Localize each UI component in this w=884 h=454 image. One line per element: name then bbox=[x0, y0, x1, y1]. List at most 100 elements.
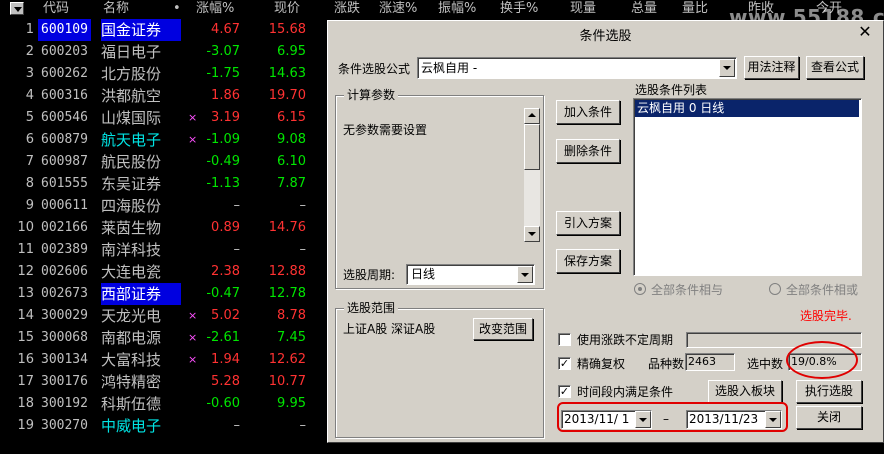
change-pct: 3.19 bbox=[211, 110, 240, 125]
price: 12.78 bbox=[268, 286, 306, 301]
stock-code: 002166 bbox=[41, 220, 88, 235]
radio-all-or[interactable] bbox=[769, 283, 781, 295]
start-date-picker[interactable]: 2013/11/ 1 bbox=[561, 410, 652, 429]
period-select[interactable]: 日线 bbox=[406, 264, 535, 285]
execute-screening-button[interactable]: 执行选股 bbox=[796, 380, 862, 403]
change-pct: – bbox=[233, 418, 241, 433]
dialog-titlebar[interactable]: 条件选股 ✕ bbox=[328, 21, 883, 46]
scroll-thumb[interactable] bbox=[524, 124, 540, 170]
price: 8.78 bbox=[277, 308, 306, 323]
delete-condition-button[interactable]: 删除条件 bbox=[556, 139, 620, 163]
import-plan-button[interactable]: 引入方案 bbox=[556, 211, 620, 235]
radio-all-and[interactable] bbox=[634, 283, 646, 295]
close-icon[interactable]: ✕ bbox=[855, 23, 875, 41]
stock-code: 601555 bbox=[41, 176, 88, 191]
add-condition-button[interactable]: 加入条件 bbox=[556, 100, 620, 124]
price: 14.63 bbox=[268, 66, 306, 81]
stock-name: 科斯伍德 bbox=[101, 395, 162, 413]
float-period-input bbox=[686, 332, 862, 348]
change-pct: – bbox=[233, 198, 241, 213]
radio-all-and-label: 全部条件相与 bbox=[651, 283, 724, 297]
change-scope-button[interactable]: 改变范围 bbox=[473, 318, 533, 340]
row-index: 11 bbox=[17, 242, 34, 257]
change-pct: 5.02 bbox=[211, 308, 240, 323]
row-index: 6 bbox=[25, 132, 34, 147]
stock-code: 600546 bbox=[41, 110, 88, 125]
col-header-speed[interactable]: 涨速% bbox=[379, 0, 417, 17]
col-header-volume-total[interactable]: 总量 bbox=[631, 0, 657, 17]
row-index: 10 bbox=[17, 220, 34, 235]
usage-notes-button[interactable]: 用法注释 bbox=[744, 56, 799, 79]
col-header-amplitude[interactable]: 振幅% bbox=[438, 0, 476, 17]
stock-code: 002606 bbox=[41, 264, 88, 279]
row-index: 14 bbox=[17, 308, 34, 323]
view-formula-button[interactable]: 查看公式 bbox=[806, 56, 864, 79]
change-pct: -1.09 bbox=[206, 132, 240, 147]
col-header-change[interactable]: 涨跌 bbox=[334, 0, 360, 17]
change-pct: 0.89 bbox=[211, 220, 240, 235]
col-header-dot: • bbox=[173, 1, 181, 16]
end-date-picker[interactable]: 2013/11/23 bbox=[686, 410, 782, 429]
save-plan-button[interactable]: 保存方案 bbox=[556, 249, 620, 273]
change-pct: 1.86 bbox=[211, 88, 240, 103]
col-header-name[interactable]: 名称 bbox=[103, 0, 129, 17]
chevron-down-icon[interactable] bbox=[635, 411, 651, 428]
col-header-change-pct[interactable]: 涨幅% bbox=[196, 0, 234, 17]
price: 19.70 bbox=[268, 88, 306, 103]
precise-adjust-checkbox[interactable]: ✓ bbox=[558, 357, 571, 370]
close-button[interactable]: 关闭 bbox=[796, 406, 862, 429]
stock-name: 天龙光电 bbox=[101, 307, 162, 325]
add-to-block-button[interactable]: 选股入板块 bbox=[708, 380, 782, 403]
stock-code: 600262 bbox=[41, 66, 88, 81]
price: 12.88 bbox=[268, 264, 306, 279]
chevron-down-icon[interactable] bbox=[765, 411, 781, 428]
col-header-code[interactable]: 代码 bbox=[43, 0, 69, 17]
selected-value: 19/0.8% bbox=[788, 353, 862, 371]
col-header-turnover[interactable]: 换手% bbox=[500, 0, 538, 17]
stock-name: 鸿特精密 bbox=[101, 373, 162, 391]
stock-code: 600203 bbox=[41, 44, 88, 59]
sort-menu-button[interactable] bbox=[10, 2, 24, 15]
formula-select[interactable]: 云枫自用 - bbox=[417, 57, 737, 79]
scroll-up-icon[interactable] bbox=[524, 108, 540, 124]
stock-name: 福日电子 bbox=[101, 43, 162, 61]
price: 7.45 bbox=[277, 330, 306, 345]
price: 10.77 bbox=[268, 374, 306, 389]
period-label: 选股周期: bbox=[343, 268, 396, 282]
use-float-period-checkbox[interactable] bbox=[558, 333, 571, 346]
start-date-value: 2013/11/ 1 bbox=[564, 412, 630, 426]
col-header-price[interactable]: 现价 bbox=[274, 0, 300, 17]
row-index: 17 bbox=[17, 374, 34, 389]
row-index: 9 bbox=[25, 198, 34, 213]
scope-group: 选股范围 上证A股 深证A股 改变范围 bbox=[335, 301, 544, 438]
precise-adjust-label: 精确复权 bbox=[577, 357, 626, 371]
stock-code: 300029 bbox=[41, 308, 88, 323]
chevron-down-icon[interactable] bbox=[719, 59, 735, 77]
row-index: 8 bbox=[25, 176, 34, 191]
stock-code: 600109 bbox=[38, 19, 91, 41]
count-label: 品种数 bbox=[648, 357, 685, 371]
price: 9.08 bbox=[277, 132, 306, 147]
col-header-volume-now[interactable]: 现量 bbox=[570, 0, 596, 17]
params-group-title: 计算参数 bbox=[344, 88, 399, 102]
price: 6.95 bbox=[277, 44, 306, 59]
chevron-down-icon[interactable] bbox=[517, 266, 533, 283]
params-scrollbar[interactable] bbox=[524, 108, 540, 242]
price: – bbox=[299, 418, 307, 433]
scroll-down-icon[interactable] bbox=[524, 226, 540, 242]
condition-screener-dialog: 条件选股 ✕ 条件选股公式 云枫自用 - 用法注释 查看公式 计算参数 无参数需… bbox=[327, 20, 884, 443]
stock-name: 中威电子 bbox=[101, 417, 162, 435]
price: 14.76 bbox=[268, 220, 306, 235]
condition-list-item[interactable]: 云枫自用 0 日线 bbox=[635, 100, 859, 117]
price: 12.62 bbox=[268, 352, 306, 367]
selected-label: 选中数 bbox=[747, 357, 784, 371]
row-index: 19 bbox=[17, 418, 34, 433]
stock-code: 300134 bbox=[41, 352, 88, 367]
condition-list[interactable]: 云枫自用 0 日线 bbox=[633, 98, 862, 276]
change-pct: 4.67 bbox=[211, 22, 240, 37]
price: 6.10 bbox=[277, 154, 306, 169]
time-condition-checkbox[interactable]: ✓ bbox=[558, 385, 571, 398]
stock-name: 大富科技 bbox=[101, 351, 162, 369]
price: – bbox=[299, 242, 307, 257]
col-header-volume-ratio[interactable]: 量比 bbox=[682, 0, 708, 17]
